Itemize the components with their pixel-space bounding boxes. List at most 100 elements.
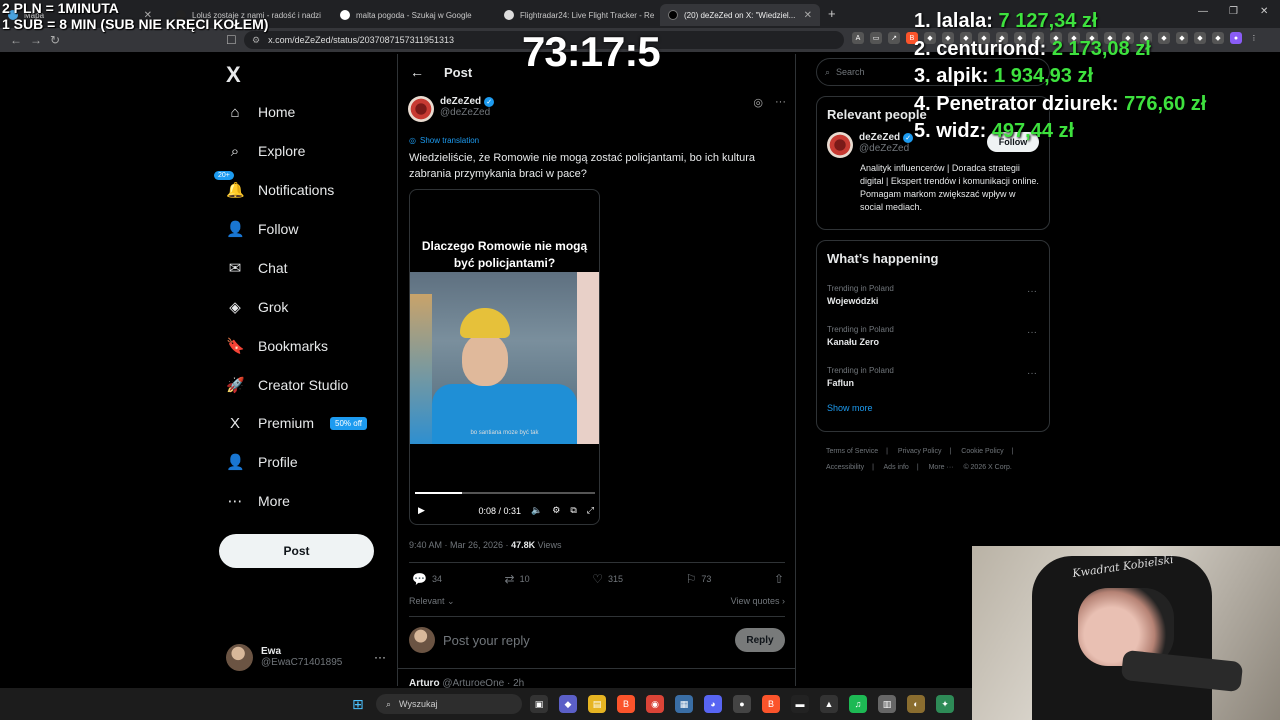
cast-icon[interactable]: ▭ xyxy=(870,32,882,44)
footer-link[interactable]: Terms of Service xyxy=(826,448,878,455)
sidebar-item-label: Chat xyxy=(258,260,288,276)
task-view-icon[interactable]: ▣ xyxy=(530,695,548,713)
footer-link[interactable]: Privacy Policy xyxy=(898,448,942,455)
sidebar-item-follow[interactable]: 👤 Follow xyxy=(226,213,298,245)
sidebar-item-home[interactable]: ⌂ Home xyxy=(226,96,295,128)
sidebar-item-grok[interactable]: ◈ Grok xyxy=(226,291,288,323)
grok-icon: ◈ xyxy=(229,299,241,316)
windows-taskbar: ⊞ ⌕ Wyszukaj ▣ ◆ ▤ B ◉ ▦ ◕ ● B ▬ ▲ ♫ ▥ ◐… xyxy=(0,688,972,720)
more-icon[interactable]: ··· xyxy=(374,650,386,664)
app-icon[interactable]: ▬ xyxy=(791,695,809,713)
app-icon[interactable]: ✦ xyxy=(936,695,954,713)
sidebar-item-premium[interactable]: X Premium 50% off xyxy=(226,407,367,439)
photos-icon[interactable]: ▦ xyxy=(675,695,693,713)
file-explorer-icon[interactable]: ▤ xyxy=(588,695,606,713)
fullscreen-icon[interactable]: ⤢ xyxy=(587,505,594,516)
settings-icon[interactable]: ⚙ xyxy=(552,505,560,516)
calculator-icon[interactable]: ▥ xyxy=(878,695,896,713)
account-switcher[interactable]: Ewa @EwaC71401895 ··· xyxy=(226,642,386,672)
footer-link[interactable]: Accessibility xyxy=(826,464,864,471)
like-button[interactable]: ♡ 315 xyxy=(592,572,623,586)
maximize-icon[interactable]: ❐ xyxy=(1229,6,1238,17)
author-name-row[interactable]: deZeZed ✓ xyxy=(440,96,495,107)
more-icon[interactable]: ··· xyxy=(1027,286,1037,297)
pip-icon[interactable]: ⧉ xyxy=(570,505,576,516)
sidebar-item-explore[interactable]: ⌕ Explore xyxy=(226,135,306,167)
footer-link[interactable]: More ··· xyxy=(929,464,954,471)
x-logo[interactable]: X xyxy=(226,62,241,88)
sidebar-item-more[interactable]: ⋯ More xyxy=(226,485,290,517)
profile-icon[interactable]: ● xyxy=(1230,32,1242,44)
browser-tab[interactable]: malta pogoda - Szukaj w Google xyxy=(332,4,492,26)
trend-item[interactable]: Trending in Poland Kanału Zero ··· xyxy=(817,315,1049,356)
leaderboard-amount: 1 934,93 zł xyxy=(994,65,1094,87)
sidebar-item-notifications[interactable]: 🔔 20+ Notifications xyxy=(214,171,334,206)
grok-icon[interactable]: ◎ xyxy=(753,96,763,126)
view-quotes-link[interactable]: View quotes › xyxy=(731,596,785,607)
close-window-icon[interactable]: ✕ xyxy=(1260,6,1268,17)
bookmark-icon[interactable]: ☐ xyxy=(226,33,237,47)
post-button[interactable]: Post xyxy=(219,534,374,568)
volume-icon[interactable]: 🔈 xyxy=(531,505,542,516)
forward-icon[interactable]: → xyxy=(30,33,42,47)
reload-icon[interactable]: ↻ xyxy=(50,33,60,47)
browser-tab[interactable]: Flightradar24: Live Flight Tracker - Re xyxy=(496,4,656,26)
brave-icon[interactable]: B xyxy=(617,695,635,713)
copilot-icon[interactable]: ◆ xyxy=(559,695,577,713)
chrome-icon[interactable]: ◉ xyxy=(646,695,664,713)
search-input[interactable]: Search xyxy=(836,67,865,77)
reply-input[interactable]: Post your reply xyxy=(443,633,727,648)
video-player[interactable]: Dlaczego Romowie nie mogą być policjanta… xyxy=(409,189,600,525)
back-icon[interactable]: ← xyxy=(10,33,22,47)
windows-start-icon[interactable]: ⊞ xyxy=(352,696,364,713)
sidebar-item-chat[interactable]: ✉ Chat xyxy=(226,252,288,284)
more-icon[interactable]: ··· xyxy=(1027,368,1037,379)
discord-icon[interactable]: ◕ xyxy=(704,695,722,713)
reply-button[interactable]: 💬 34 xyxy=(412,572,442,586)
app-icon[interactable]: ▲ xyxy=(820,695,838,713)
bookmark-button[interactable]: ⚐ 73 xyxy=(686,572,712,586)
overlay-line: 2 PLN = 1MINUTA xyxy=(2,0,119,16)
sidebar-item-bookmarks[interactable]: 🔖 Bookmarks xyxy=(226,330,328,362)
post-views-label: Views xyxy=(535,540,562,550)
new-tab-button[interactable]: + xyxy=(828,6,836,21)
footer-link[interactable]: Cookie Policy xyxy=(961,448,1003,455)
browser-tab-active[interactable]: (20) deZeZed on X: "Wiedziel... ✕ xyxy=(660,4,820,26)
repost-button[interactable]: ⇄ 10 xyxy=(505,572,530,586)
site-info-icon[interactable]: ⚙ xyxy=(252,35,260,46)
app-icon[interactable]: ◐ xyxy=(907,695,925,713)
person-avatar[interactable] xyxy=(827,132,853,158)
bell-glyph: 🔔 xyxy=(226,182,245,199)
sidebar-item-creator-studio[interactable]: 🚀 Creator Studio xyxy=(226,369,348,401)
extension-icon[interactable]: ◆ xyxy=(1212,32,1224,44)
trend-item[interactable]: Trending in Poland Wojewódzki ··· xyxy=(817,274,1049,315)
menu-icon[interactable]: ⋮ xyxy=(1248,32,1260,44)
show-more-link[interactable]: Show more xyxy=(817,397,1049,423)
flightradar-icon xyxy=(504,10,514,20)
footer-link[interactable]: Ads info xyxy=(884,464,909,471)
share-button[interactable]: ⇧ xyxy=(774,572,784,586)
envelope-icon: ✉ xyxy=(228,260,242,277)
back-arrow-icon[interactable]: ← xyxy=(410,64,424,80)
close-icon[interactable]: ✕ xyxy=(804,10,812,21)
translate-icon[interactable]: A xyxy=(852,32,864,44)
footer-separator: | xyxy=(1011,448,1014,455)
share-icon[interactable]: ↗ xyxy=(888,32,900,44)
more-icon[interactable]: ··· xyxy=(1027,327,1037,338)
more-icon[interactable]: ··· xyxy=(775,96,786,126)
reply-submit-button[interactable]: Reply xyxy=(735,628,785,652)
video-progress-bar[interactable] xyxy=(415,492,595,494)
show-translation-link[interactable]: ◎ Show translation xyxy=(409,136,479,145)
brave-icon[interactable]: B xyxy=(762,695,780,713)
verified-badge-icon: ✓ xyxy=(903,132,914,143)
sidebar-item-profile[interactable]: 👤 Profile xyxy=(226,446,298,478)
like-count: 315 xyxy=(607,574,623,584)
trend-item[interactable]: Trending in Poland Faflun ··· xyxy=(817,356,1049,397)
author-avatar[interactable] xyxy=(408,96,434,122)
sort-dropdown[interactable]: Relevant ⌄ xyxy=(409,596,455,607)
play-icon[interactable]: ▶ xyxy=(418,505,425,516)
author-handle[interactable]: @deZeZed xyxy=(440,107,494,118)
spotify-icon[interactable]: ♫ xyxy=(849,695,867,713)
taskbar-search[interactable]: ⌕ Wyszukaj xyxy=(376,694,522,714)
obs-icon[interactable]: ● xyxy=(733,695,751,713)
